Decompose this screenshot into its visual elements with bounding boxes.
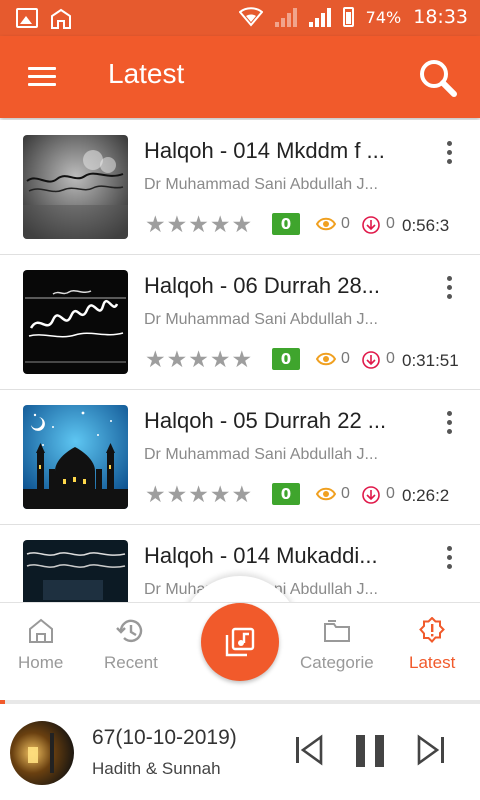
- download-icon[interactable]: [362, 216, 380, 234]
- rating-count-badge: 0: [272, 483, 300, 505]
- now-playing-title: 67(10-10-2019): [92, 726, 237, 749]
- battery-percent: 74%: [365, 7, 402, 27]
- status-bar: 74% 18:33: [0, 0, 480, 36]
- history-icon: [116, 619, 143, 643]
- views-count: 0: [341, 215, 350, 232]
- views-icon: [316, 217, 336, 231]
- nav-home[interactable]: Home: [18, 617, 63, 673]
- track-author: Dr Muhammad Sani Abdullah J...: [144, 446, 378, 463]
- track-title: Halqoh - 014 Mkddm f ...: [144, 138, 385, 163]
- track-title: Halqoh - 06 Durrah 28...: [144, 273, 381, 298]
- nav-latest-label: Latest: [409, 653, 456, 672]
- mini-player[interactable]: 67(10-10-2019) Hadith & Sunnah: [0, 704, 480, 800]
- previous-icon[interactable]: [294, 734, 324, 770]
- track-row[interactable]: Halqoh - 014 Mkddm f ... Dr Muhammad San…: [0, 120, 480, 255]
- views-icon: [316, 487, 336, 501]
- track-duration: 0:26:2: [402, 486, 450, 505]
- more-options-icon[interactable]: [440, 545, 458, 571]
- track-row[interactable]: Halqoh - 06 Durrah 28... Dr Muhammad San…: [0, 255, 480, 390]
- nav-categories-label: Categorie: [300, 653, 374, 672]
- track-thumbnail: [23, 135, 128, 239]
- next-icon[interactable]: [416, 734, 446, 770]
- pause-icon[interactable]: [354, 734, 386, 772]
- track-duration: 0:31:51: [402, 351, 459, 370]
- track-title: Halqoh - 05 Durrah 22 ...: [144, 408, 387, 433]
- rating-stars[interactable]: ★★★★★: [145, 212, 253, 238]
- download-icon[interactable]: [362, 486, 380, 504]
- home-icon: [28, 618, 53, 643]
- rating-count-badge: 0: [272, 348, 300, 370]
- views-count: 0: [341, 485, 350, 502]
- music-library-icon: [225, 627, 255, 657]
- clock: 18:33: [413, 6, 468, 28]
- download-icon[interactable]: [362, 351, 380, 369]
- nav-recent[interactable]: Recent: [104, 617, 158, 673]
- views-icon: [316, 352, 336, 366]
- nav-categories[interactable]: Categorie: [300, 617, 374, 673]
- views-count: 0: [341, 350, 350, 367]
- track-author: Dr Muhammad Sani Abdullah J...: [144, 176, 378, 193]
- track-row[interactable]: Halqoh - 05 Durrah 22 ... Dr Muhammad Sa…: [0, 390, 480, 525]
- downloads-count: 0: [386, 350, 395, 367]
- mosque-notification-icon: [50, 8, 72, 29]
- nav-home-label: Home: [18, 653, 64, 672]
- now-playing-category: Hadith & Sunnah: [92, 759, 221, 778]
- gallery-notification-icon: [16, 8, 38, 28]
- rating-stars[interactable]: ★★★★★: [145, 482, 253, 508]
- menu-icon[interactable]: [28, 67, 56, 87]
- signal-sim1-icon: [274, 7, 297, 27]
- more-options-icon[interactable]: [440, 410, 458, 436]
- nav-recent-label: Recent: [104, 653, 158, 672]
- player-artwork: [10, 721, 74, 785]
- more-options-icon[interactable]: [440, 275, 458, 301]
- downloads-count: 0: [386, 215, 395, 232]
- alert-badge-icon: [419, 617, 446, 643]
- signal-sim2-icon: [308, 7, 331, 27]
- track-author: Dr Muhammad Sani Abdullah J...: [144, 311, 378, 328]
- page-title: Latest: [108, 58, 185, 89]
- app-bar: Latest: [0, 36, 480, 118]
- track-duration: 0:56:3: [402, 216, 450, 235]
- folder-icon: [323, 620, 350, 642]
- search-icon[interactable]: [418, 58, 458, 98]
- nav-latest[interactable]: Latest: [409, 617, 455, 673]
- wifi-icon: [238, 7, 263, 27]
- rating-count-badge: 0: [272, 213, 300, 235]
- track-title: Halqoh - 014 Mukaddi...: [144, 543, 378, 568]
- more-options-icon[interactable]: [440, 140, 458, 166]
- track-thumbnail: [23, 270, 128, 374]
- downloads-count: 0: [386, 485, 395, 502]
- battery-icon: [342, 7, 354, 27]
- rating-stars[interactable]: ★★★★★: [145, 347, 253, 373]
- track-thumbnail: [23, 405, 128, 509]
- now-playing-button[interactable]: [201, 603, 279, 681]
